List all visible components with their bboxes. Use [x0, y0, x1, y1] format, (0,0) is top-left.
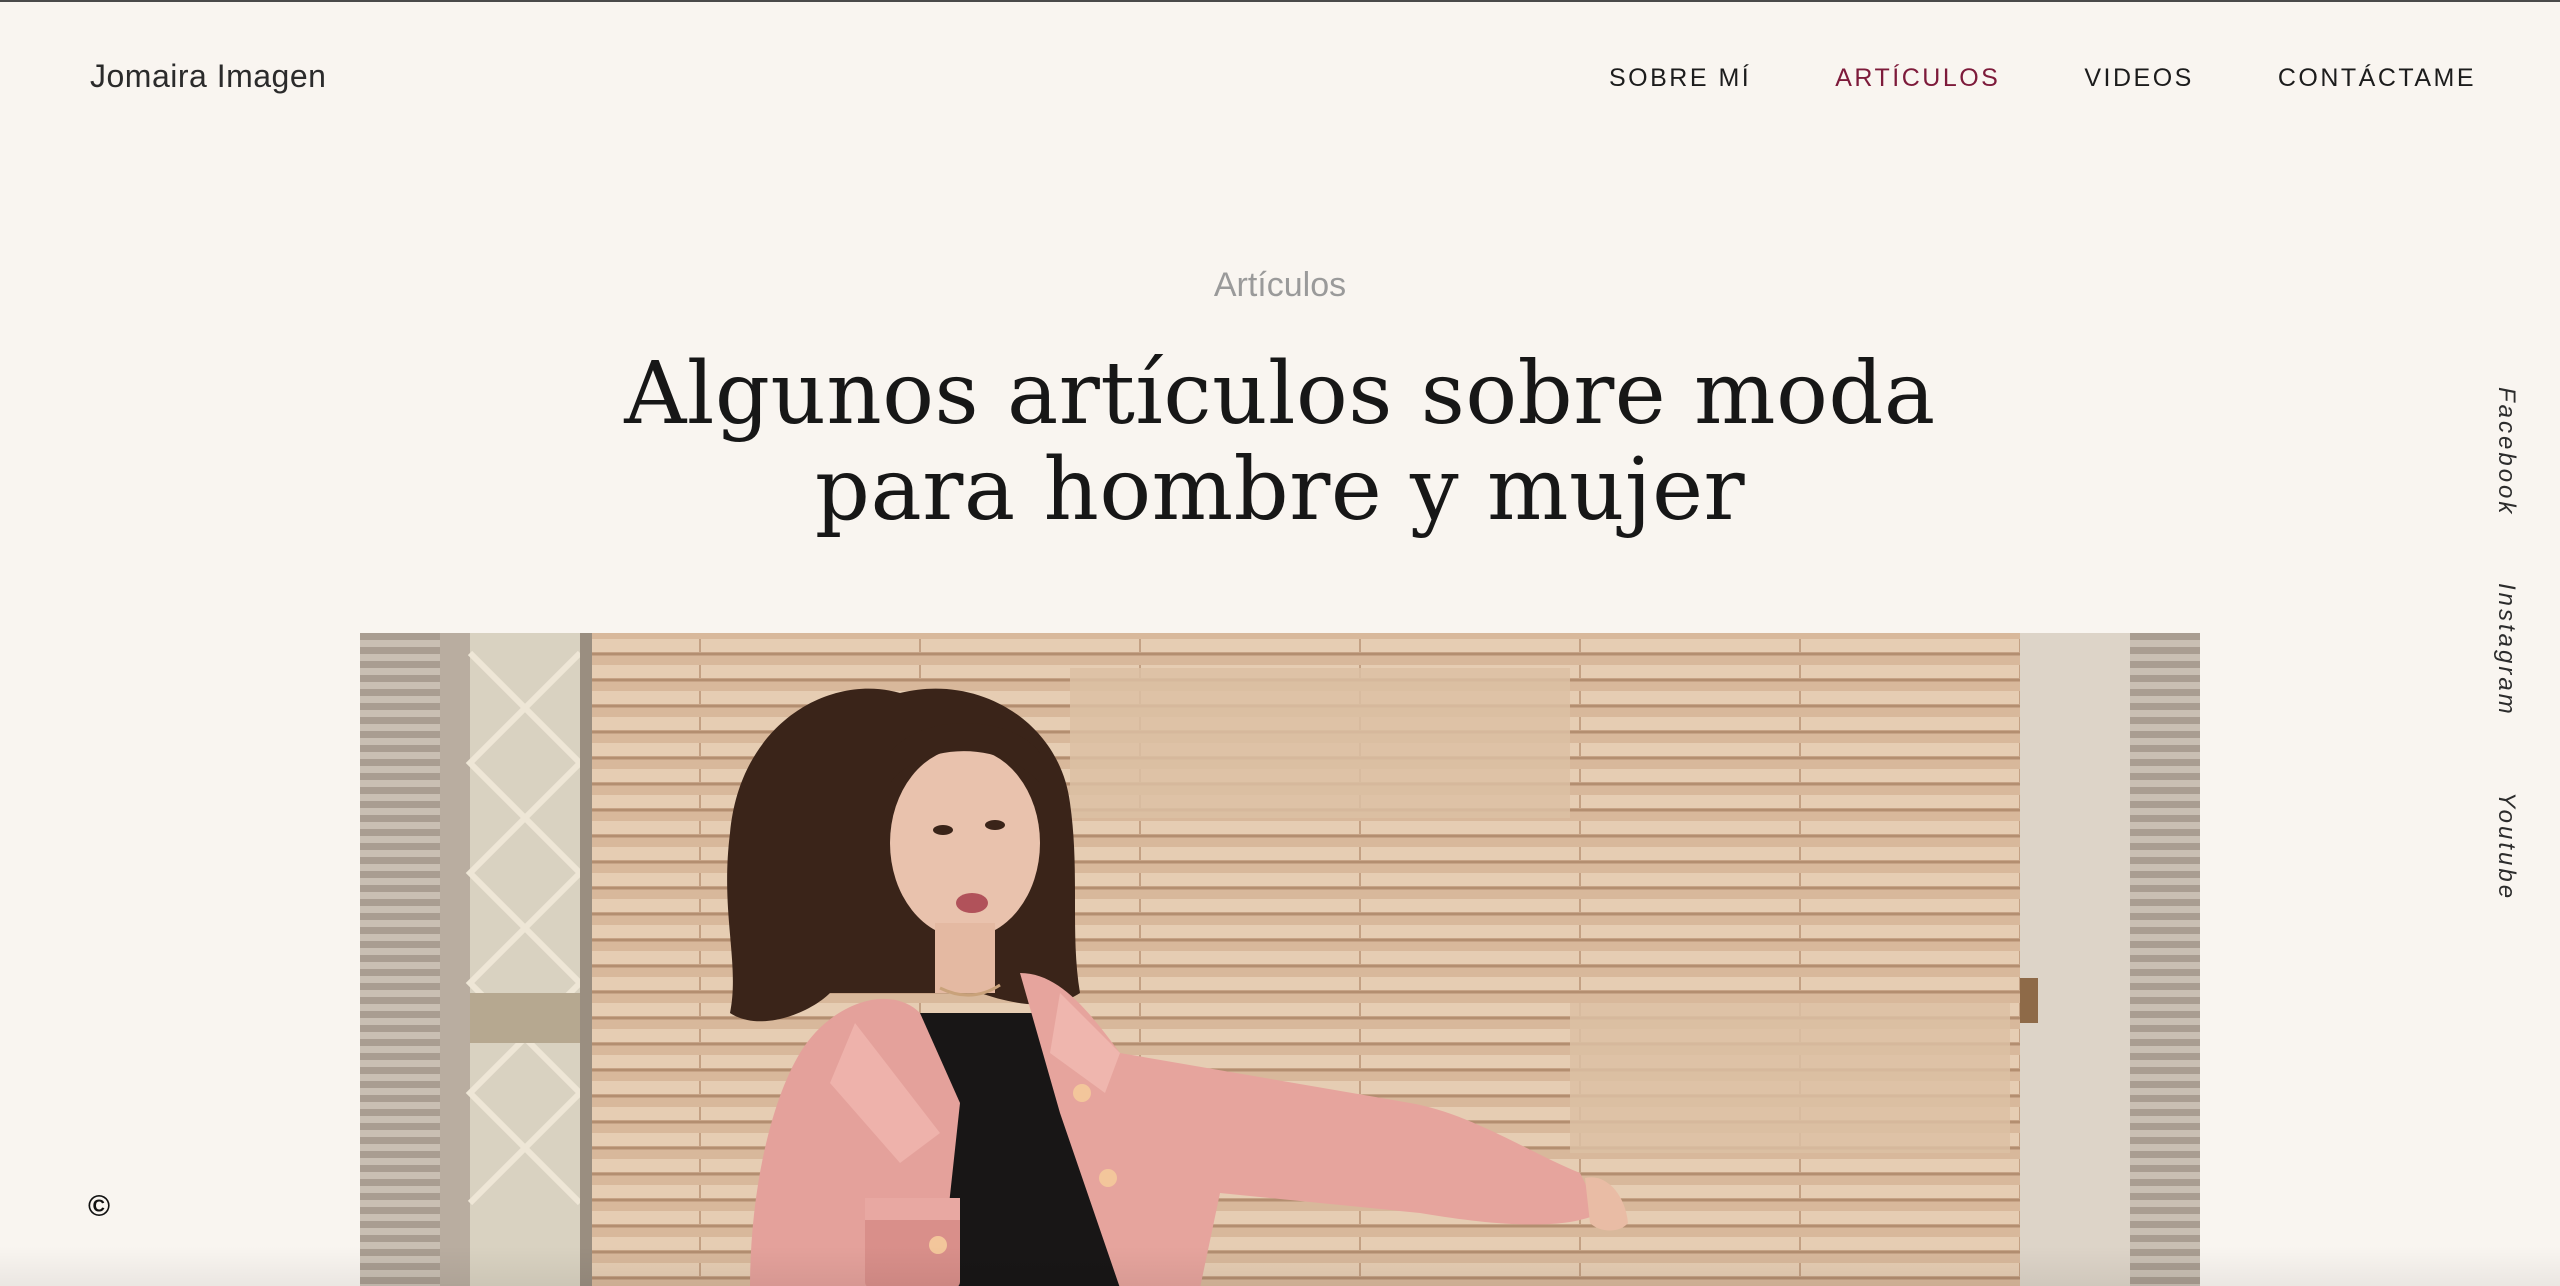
hero-image [360, 633, 2200, 1286]
social-link-youtube[interactable]: Youtube [2492, 792, 2520, 901]
social-link-instagram[interactable]: Instagram [2492, 583, 2520, 717]
brand-logo[interactable]: Jomaira Imagen [90, 58, 326, 95]
page-title: Algunos artículos sobre moda para hombre… [624, 344, 1936, 540]
section-eyebrow: Artículos [1213, 266, 1347, 304]
hero-photo-illustration [360, 633, 2200, 1286]
nav-item-articulos[interactable]: ARTÍCULOS [1835, 64, 2000, 93]
page: Jomaira Imagen SOBRE MÍ ARTÍCULOS VIDEOS… [0, 0, 2560, 1286]
main-nav: SOBRE MÍ ARTÍCULOS VIDEOS CONTÁCTAME [1609, 64, 2476, 93]
nav-item-contactame[interactable]: CONTÁCTAME [2278, 64, 2476, 93]
nav-item-sobre-mi[interactable]: SOBRE MÍ [1609, 64, 1751, 93]
copyright-symbol: © [88, 1190, 111, 1223]
nav-item-videos[interactable]: VIDEOS [2084, 64, 2193, 93]
social-link-facebook[interactable]: Facebook [2492, 387, 2520, 516]
